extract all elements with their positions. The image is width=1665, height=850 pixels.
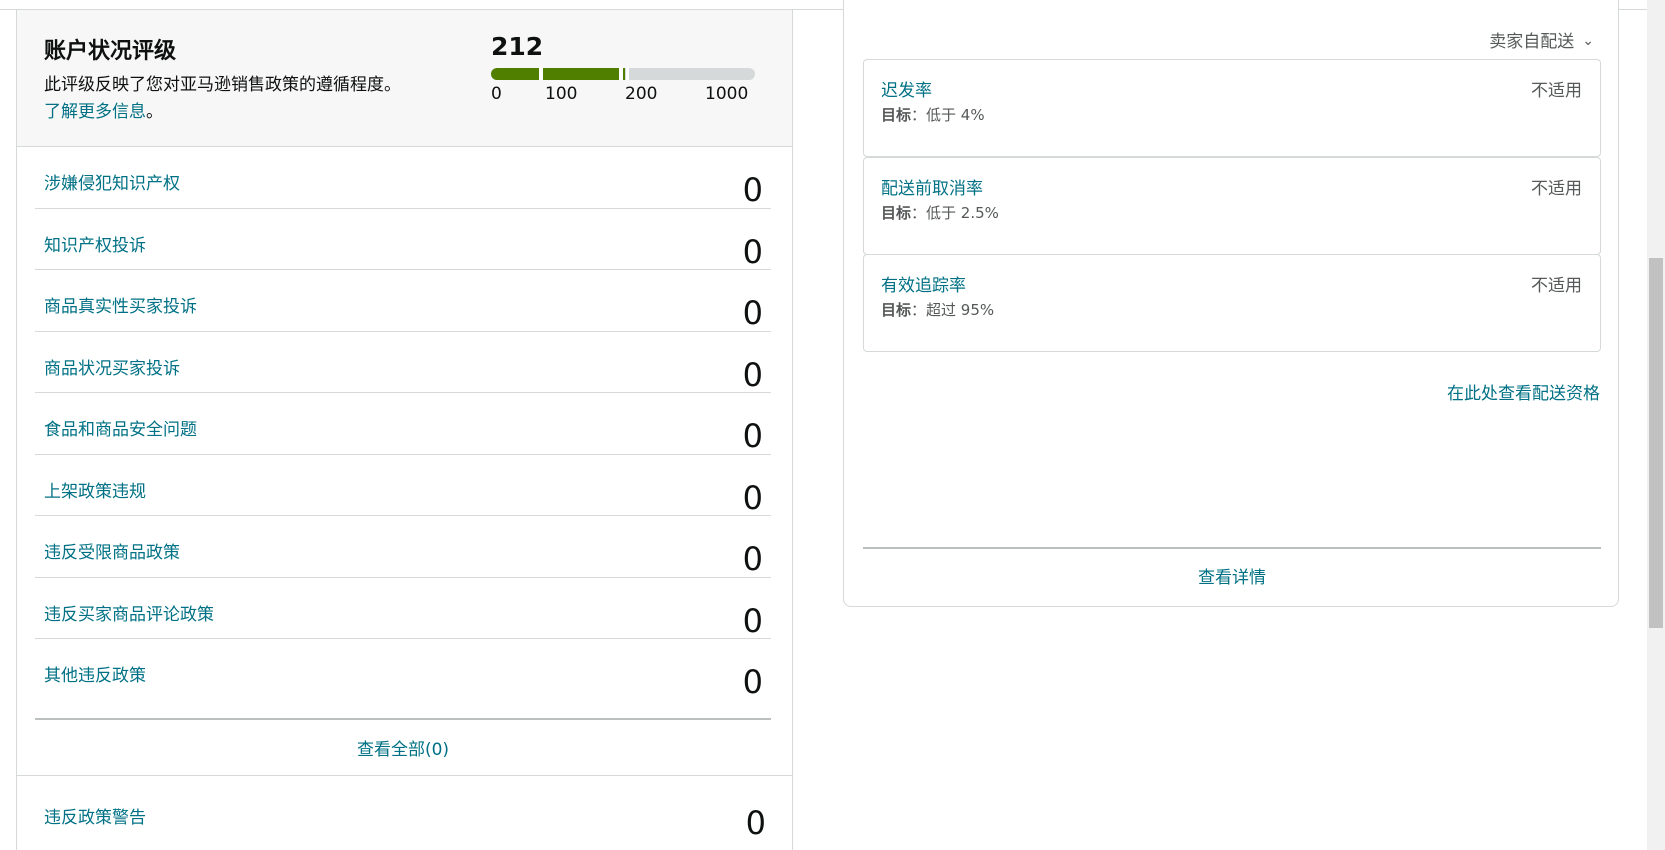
policy-warnings-count: 0 — [745, 804, 766, 842]
violation-count: 0 — [742, 355, 763, 394]
violation-link[interactable]: 其他违反政策 — [44, 661, 146, 686]
violation-row: 食品和商品安全问题 0 — [35, 393, 771, 455]
account-health-header: 账户状况评级 此评级反映了您对亚马逊销售政策的遵循程度。 了解更多信息。 212… — [17, 10, 792, 147]
account-health-title: 账户状况评级 — [44, 39, 177, 64]
violation-link[interactable]: 上架政策违规 — [44, 477, 146, 502]
gauge-segment-divider — [539, 68, 543, 80]
violation-row: 上架政策违规 0 — [35, 455, 771, 517]
metric-target: 目标：低于 4% — [881, 104, 985, 125]
health-score: 212 — [491, 32, 544, 61]
chevron-down-icon: ⌄ — [1582, 33, 1594, 49]
violation-link[interactable]: 商品状况买家投诉 — [44, 354, 180, 379]
violation-link[interactable]: 食品和商品安全问题 — [44, 415, 197, 440]
metric-status: 不适用 — [1531, 276, 1582, 296]
metric-target-value: ：低于 2.5% — [911, 204, 999, 222]
health-score-gauge — [491, 68, 755, 80]
metric-target-label: 目标 — [881, 106, 912, 124]
shipping-performance-card: 卖家自配送 ⌄ 迟发率 目标：低于 4% 不适用 配送前取消率 目标：低于 2.5… — [843, 0, 1619, 607]
metric-target: 目标：低于 2.5% — [881, 202, 999, 223]
fulfillment-channel-dropdown[interactable]: 卖家自配送 ⌄ — [1489, 27, 1594, 52]
violation-link[interactable]: 违反受限商品政策 — [44, 538, 180, 563]
view-details-footer: 查看详情 — [863, 547, 1601, 607]
learn-more-suffix: 。 — [146, 102, 163, 122]
metric-target-label: 目标 — [881, 301, 912, 319]
violation-count: 0 — [742, 417, 763, 455]
account-health-panel: 账户状况评级 此评级反映了您对亚马逊销售政策的遵循程度。 了解更多信息。 212… — [16, 10, 793, 850]
violation-row: 违反买家商品评论政策 0 — [35, 578, 771, 640]
scrollbar-thumb[interactable] — [1649, 258, 1663, 628]
account-health-description: 此评级反映了您对亚马逊销售政策的遵循程度。 — [44, 75, 401, 95]
violation-link[interactable]: 商品真实性买家投诉 — [44, 292, 197, 317]
metric-card-late-shipment: 迟发率 目标：低于 4% 不适用 — [863, 59, 1601, 157]
violation-link[interactable]: 涉嫌侵犯知识产权 — [44, 169, 180, 194]
metric-status: 不适用 — [1531, 81, 1582, 101]
violation-count: 0 — [742, 171, 763, 209]
metric-name-link[interactable]: 迟发率 — [881, 76, 932, 101]
violation-row: 涉嫌侵犯知识产权 0 — [35, 147, 771, 209]
metric-target-value: ：超过 95% — [911, 301, 995, 319]
metric-target: 目标：超过 95% — [881, 299, 994, 320]
fulfillment-channel-value: 卖家自配送 — [1489, 32, 1575, 52]
gauge-fill — [491, 68, 625, 80]
view-all-link[interactable]: 查看全部(0) — [357, 735, 449, 760]
violation-count: 0 — [742, 540, 763, 578]
metric-name-link[interactable]: 配送前取消率 — [881, 174, 983, 199]
shipping-eligibility-link[interactable]: 在此处查看配送资格 — [1447, 379, 1600, 404]
metric-card-cancel-rate: 配送前取消率 目标：低于 2.5% 不适用 — [863, 157, 1601, 255]
violation-row: 商品状况买家投诉 0 — [35, 332, 771, 394]
violation-list: 涉嫌侵犯知识产权 0 知识产权投诉 0 商品真实性买家投诉 0 商品状况买家投诉… — [35, 147, 771, 701]
metric-name-link[interactable]: 有效追踪率 — [881, 271, 966, 296]
violation-count: 0 — [742, 478, 763, 517]
violation-count: 0 — [742, 663, 763, 701]
violation-link[interactable]: 违反买家商品评论政策 — [44, 600, 214, 625]
gauge-tick-200: 200 — [625, 84, 658, 104]
violation-row: 其他违反政策 0 — [35, 639, 771, 701]
learn-more-link[interactable]: 了解更多信息 — [44, 102, 146, 122]
gauge-score-marker — [625, 68, 629, 80]
metric-target-value: ：低于 4% — [911, 106, 985, 124]
gauge-tick-1000: 1000 — [705, 84, 749, 104]
learn-more-line: 了解更多信息。 — [44, 97, 163, 122]
policy-warnings-link[interactable]: 违反政策警告 — [44, 803, 146, 828]
view-all-footer: 查看全部(0) — [35, 718, 771, 778]
metric-status: 不适用 — [1531, 179, 1582, 199]
page-scrollbar[interactable] — [1647, 0, 1665, 850]
view-details-link[interactable]: 查看详情 — [1198, 563, 1266, 588]
violation-count: 0 — [742, 601, 763, 640]
gauge-tick-0: 0 — [491, 84, 502, 104]
gauge-tick-100: 100 — [545, 84, 578, 104]
violation-count: 0 — [742, 294, 763, 332]
violation-row: 知识产权投诉 0 — [35, 209, 771, 271]
violation-row: 商品真实性买家投诉 0 — [35, 270, 771, 332]
policy-warnings-section: 违反政策警告 0 — [17, 775, 792, 850]
gauge-segment-divider — [619, 68, 623, 80]
violation-row: 违反受限商品政策 0 — [35, 516, 771, 578]
metric-card-valid-tracking: 有效追踪率 目标：超过 95% 不适用 — [863, 254, 1601, 352]
violation-link[interactable]: 知识产权投诉 — [44, 231, 146, 256]
metric-target-label: 目标 — [881, 204, 912, 222]
violation-count: 0 — [742, 232, 763, 271]
